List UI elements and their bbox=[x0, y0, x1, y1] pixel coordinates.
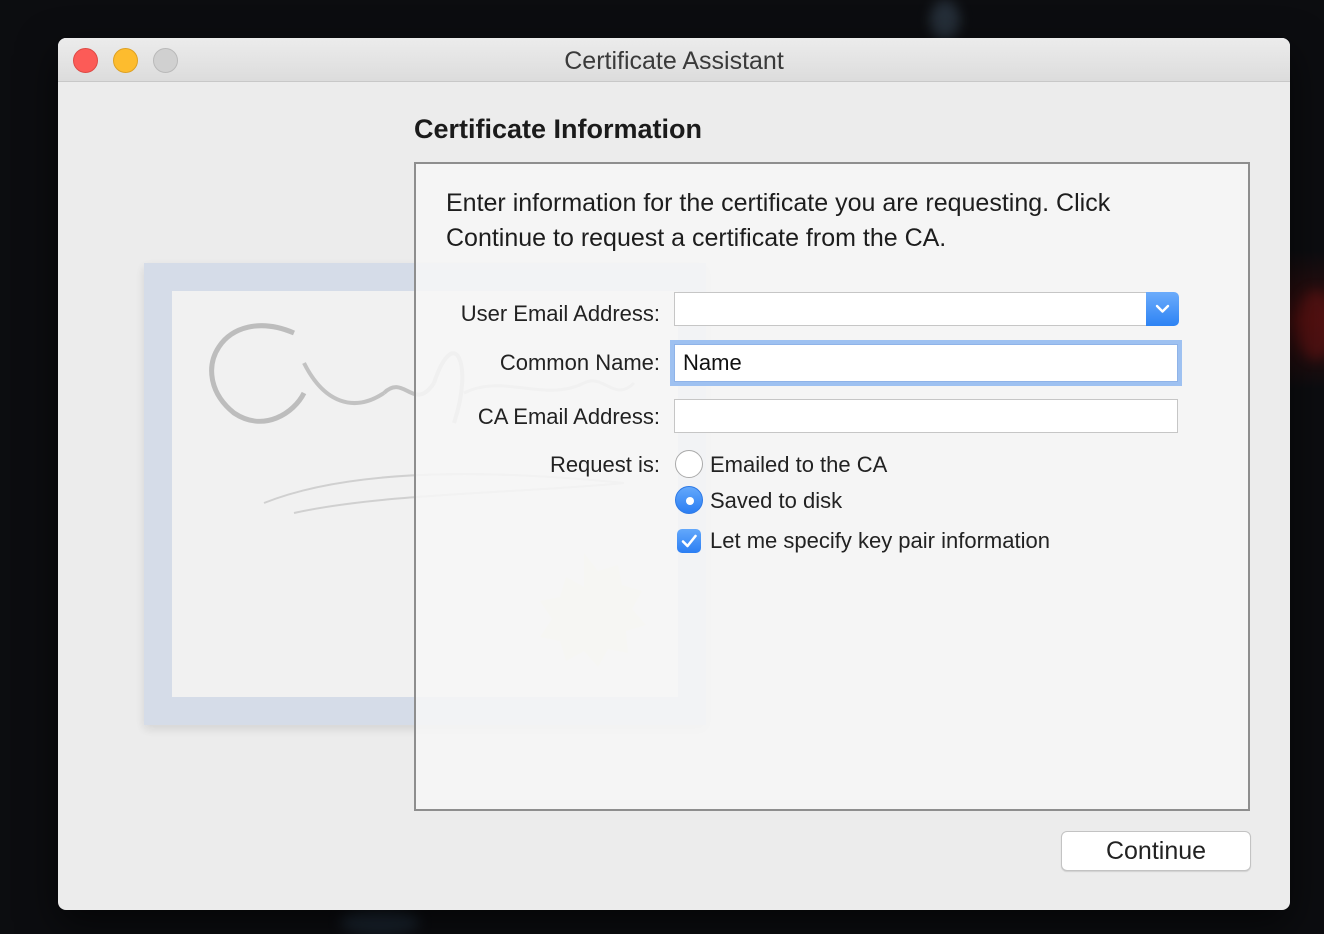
form-panel: Enter information for the certificate yo… bbox=[414, 162, 1250, 811]
user-email-dropdown-button[interactable] bbox=[1146, 292, 1179, 326]
page-heading: Certificate Information bbox=[414, 114, 703, 144]
chevron-down-icon bbox=[1155, 304, 1170, 313]
common-name-field[interactable] bbox=[674, 344, 1178, 382]
continue-button[interactable]: Continue bbox=[1061, 831, 1251, 871]
common-name-label: Common Name: bbox=[499, 350, 660, 375]
desktop-blob bbox=[340, 910, 420, 934]
user-email-label: User Email Address: bbox=[460, 301, 660, 326]
instructions-text: Enter information for the certificate yo… bbox=[446, 189, 1111, 252]
checkmark-icon bbox=[681, 534, 697, 548]
request-is-label: Request is: bbox=[549, 452, 660, 477]
desktop-blob bbox=[930, 0, 960, 40]
desktop-blob bbox=[1296, 290, 1324, 360]
saved-to-disk-label[interactable]: Saved to disk bbox=[710, 488, 842, 514]
user-email-field[interactable] bbox=[674, 292, 1148, 326]
key-pair-checkbox[interactable] bbox=[677, 529, 701, 553]
title-bar[interactable]: Certificate Assistant bbox=[58, 38, 1290, 82]
window-title: Certificate Assistant bbox=[564, 47, 784, 75]
ca-email-label: CA Email Address: bbox=[477, 404, 660, 429]
certificate-assistant-window: Certificate Assistant Certificate Inform… bbox=[58, 38, 1290, 910]
saved-to-disk-radio[interactable] bbox=[675, 486, 703, 514]
emailed-to-ca-label[interactable]: Emailed to the CA bbox=[710, 452, 887, 478]
ca-email-field[interactable] bbox=[674, 399, 1178, 433]
emailed-to-ca-radio[interactable] bbox=[675, 450, 703, 478]
key-pair-label[interactable]: Let me specify key pair information bbox=[710, 528, 1050, 554]
